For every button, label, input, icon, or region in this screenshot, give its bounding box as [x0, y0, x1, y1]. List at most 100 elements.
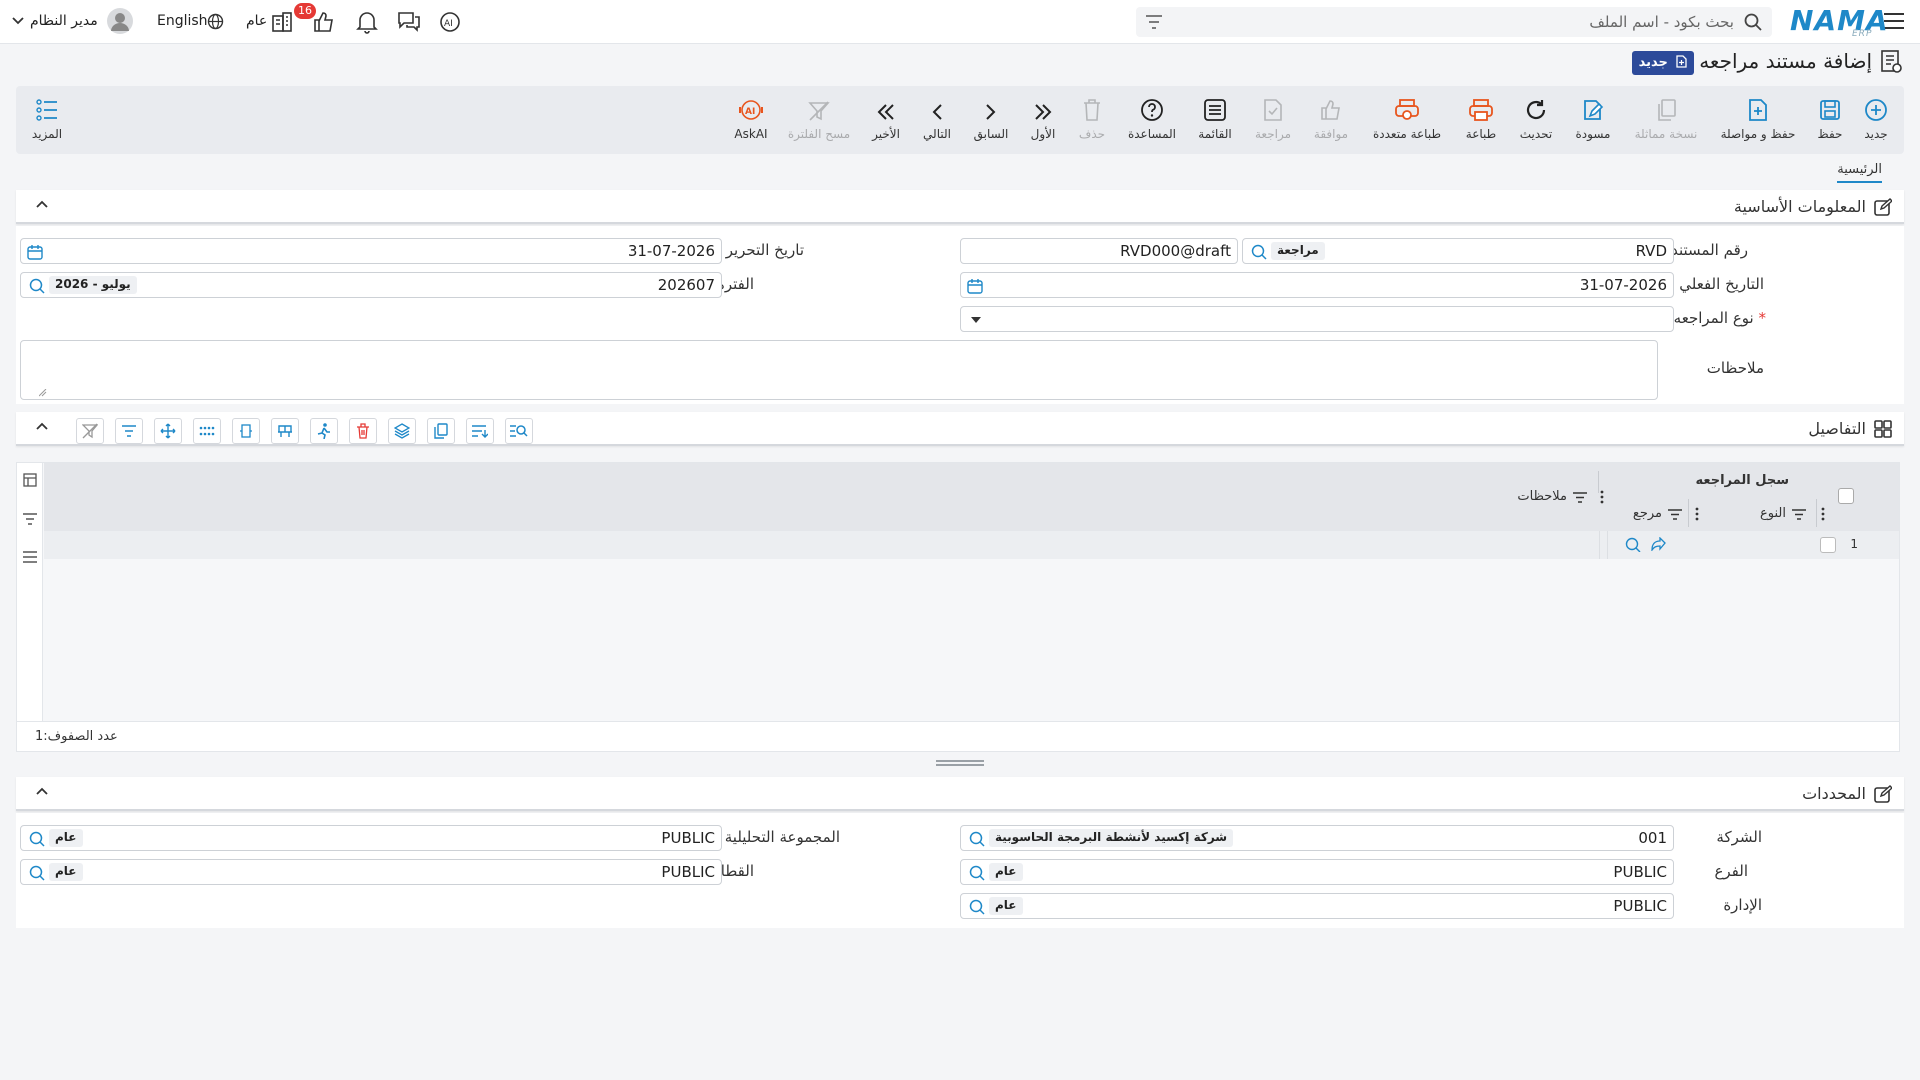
company-field[interactable]: 001 شركة إكسيد لأنشطة البرمجة الحاسوبية [960, 825, 1674, 851]
select-all-checkbox[interactable] [1838, 488, 1854, 504]
clear-filter-button[interactable]: مسح الفلترة [780, 96, 858, 141]
approvals-icon[interactable] [312, 10, 336, 34]
actual-date-field[interactable]: 31-07-2026 [960, 272, 1674, 298]
cell-reference[interactable] [1599, 531, 1689, 559]
calendar-icon[interactable] [967, 278, 983, 294]
global-search[interactable]: بحث بكود - اسم الملف [1136, 7, 1772, 37]
move-arrows-icon [160, 423, 176, 439]
doc-number-field[interactable]: RVD مراجعة [1242, 238, 1674, 264]
column-menu-icon[interactable] [1821, 507, 1825, 521]
grid-move-button[interactable] [154, 418, 182, 444]
sector-field[interactable]: PUBLIC عام [20, 859, 722, 885]
user-name[interactable]: مدير النظام [30, 13, 98, 29]
ask-ai-button[interactable]: AI AskAI [716, 96, 786, 141]
doc-code-field[interactable]: RVD000@draft [960, 238, 1238, 264]
resize-handle-icon[interactable] [39, 389, 47, 397]
grid-delete-button[interactable] [349, 418, 377, 444]
dropdown-caret-icon[interactable] [971, 317, 981, 323]
sector-chip: عام [49, 863, 83, 881]
save-button[interactable]: حفظ [1795, 96, 1865, 141]
grid-density-button[interactable] [193, 418, 221, 444]
filter-panel-icon[interactable] [23, 513, 37, 525]
department-field[interactable]: PUBLIC عام [960, 893, 1674, 919]
edit-date-label: تاريخ التحرير [725, 241, 804, 259]
running-person-icon [317, 423, 330, 439]
filter-lines-icon [122, 425, 136, 437]
table-row[interactable]: 1 [44, 531, 1899, 559]
review-log-grid: سجل المراجعه النوع مرجع ملاحظات 1 عدد ال… [16, 462, 1900, 752]
collapse-chevron-icon[interactable] [36, 787, 48, 795]
column-menu-icon[interactable] [1695, 507, 1699, 521]
lookup-search-icon[interactable] [1250, 243, 1268, 261]
analysis-group-chip: عام [49, 829, 83, 847]
grid-filter-button[interactable] [115, 418, 143, 444]
user-avatar-icon[interactable] [107, 8, 133, 34]
grid-run-button[interactable] [310, 418, 338, 444]
search-icon [1744, 13, 1762, 31]
collapse-chevron-icon[interactable] [36, 200, 48, 208]
grid-sort-button[interactable] [466, 418, 494, 444]
filter-icon[interactable] [1146, 15, 1162, 29]
save-icon [1820, 100, 1840, 120]
menu-lines-icon[interactable] [23, 551, 37, 563]
scope-label[interactable]: عام [246, 13, 267, 29]
last-button[interactable]: الأخير [851, 96, 921, 141]
column-header-reference[interactable]: مرجع [1633, 506, 1662, 521]
lookup-search-icon[interactable] [968, 830, 986, 848]
trash-icon [1084, 99, 1100, 121]
grid-layers-button[interactable] [388, 418, 416, 444]
cell-notes[interactable] [1489, 531, 1599, 559]
calendar-icon[interactable] [27, 244, 43, 260]
grid-fit-columns-button[interactable] [232, 418, 260, 444]
lookup-search-icon[interactable] [28, 864, 46, 882]
ai-assistant-icon[interactable]: AI [438, 10, 462, 34]
refresh-icon [1526, 100, 1546, 120]
column-header-notes[interactable]: ملاحظات [1517, 489, 1567, 504]
analysis-group-field[interactable]: PUBLIC عام [20, 825, 722, 851]
help-button[interactable]: المساعدة [1117, 96, 1187, 141]
lookup-search-icon[interactable] [968, 898, 986, 916]
column-filter-icon[interactable] [1792, 509, 1806, 520]
row-checkbox[interactable] [1820, 537, 1836, 553]
more-button[interactable]: المزيد [12, 96, 82, 141]
copy-button[interactable]: نسخة مماثلة [1630, 96, 1702, 141]
open-reference-icon[interactable] [1651, 537, 1667, 551]
column-filter-icon[interactable] [1668, 509, 1682, 520]
lookup-search-icon[interactable] [28, 277, 46, 295]
lookup-search-icon[interactable] [968, 864, 986, 882]
grid-copy-button[interactable] [427, 418, 455, 444]
save-continue-button[interactable]: حفظ و مواصلة [1712, 96, 1804, 141]
department-label: الإدارة [1723, 896, 1762, 914]
grid-table-button[interactable] [271, 418, 299, 444]
edit-date-field[interactable]: 31-07-2026 [20, 238, 722, 264]
notes-textarea[interactable] [20, 340, 1658, 400]
column-menu-icon[interactable] [1600, 490, 1604, 504]
review-type-select[interactable] [960, 306, 1674, 332]
chevron-down-icon[interactable] [12, 17, 24, 25]
lookup-search-icon[interactable] [28, 830, 46, 848]
multi-print-button[interactable]: طباعة متعددة [1368, 96, 1446, 141]
collapse-chevron-icon[interactable] [36, 422, 48, 430]
columns-panel-icon[interactable] [23, 473, 37, 487]
period-field[interactable]: 202607 2026 - يوليو [20, 272, 722, 298]
dimensions-header[interactable]: المحددات [16, 777, 1904, 811]
column-header-type[interactable]: النوع [1760, 506, 1786, 521]
chat-icon[interactable] [397, 10, 421, 32]
branch-field[interactable]: PUBLIC عام [960, 859, 1674, 885]
tab-home[interactable]: الرئيسية [1837, 162, 1882, 183]
company-scope-icon[interactable] [271, 11, 293, 33]
basic-info-header[interactable]: المعلومات الأساسية [16, 190, 1904, 224]
search-input[interactable]: بحث بكود - اسم الملف [1589, 13, 1734, 31]
resize-splitter-handle[interactable] [936, 760, 984, 766]
column-filter-icon[interactable] [1573, 492, 1587, 503]
grid-clear-filter-button[interactable] [76, 418, 104, 444]
print-button[interactable]: طباعة [1446, 96, 1516, 141]
bell-icon[interactable] [356, 10, 378, 34]
details-header[interactable]: التفاصيل [16, 412, 1904, 446]
globe-icon[interactable] [207, 13, 224, 30]
list-button[interactable]: القائمة [1180, 96, 1250, 141]
language-switch[interactable]: English [157, 13, 208, 29]
grid-search-button[interactable] [505, 418, 533, 444]
double-chevron-right-icon [1035, 104, 1052, 120]
lookup-search-icon[interactable] [1624, 536, 1641, 552]
